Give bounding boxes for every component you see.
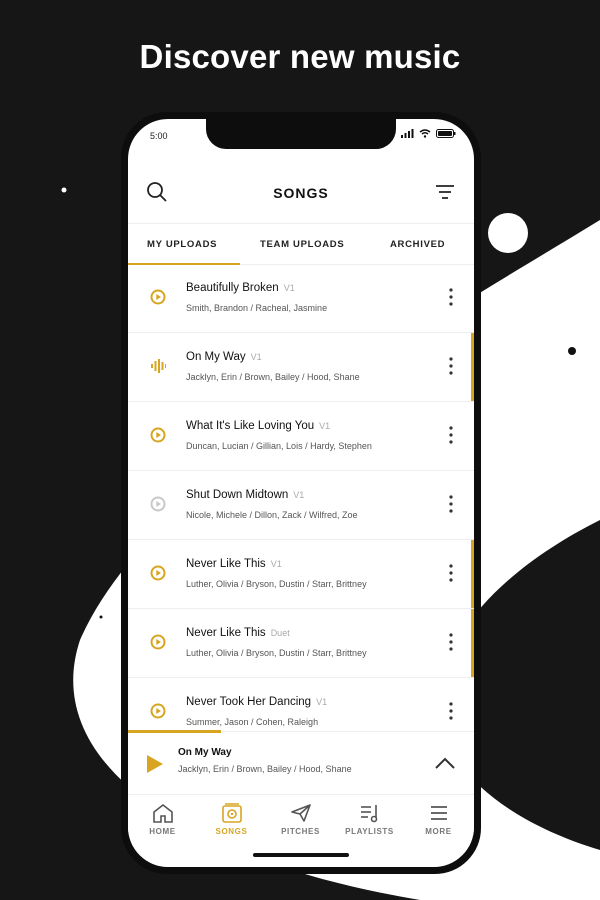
song-artists: Duncan, Lucian / Gillian, Lois / Hardy, … [186,441,372,451]
more-options-icon[interactable] [446,700,456,722]
song-artists: Smith, Brandon / Racheal, Jasmine [186,303,328,313]
song-version: V1 [270,559,282,569]
song-artists: Summer, Jason / Cohen, Raleigh [186,717,319,727]
wifi-icon [419,129,431,138]
row-accent-bar [471,333,474,401]
nav-label: PLAYLISTS [345,827,394,836]
song-version: V1 [250,352,262,362]
song-list: Beautifully Broken V1 Smith, Brandon / Ra… [128,264,474,729]
tab-my-uploads[interactable]: MY UPLOADS [147,239,217,250]
play-circle-icon[interactable] [150,703,166,719]
page-title: SONGS [273,185,329,201]
signal-icon [401,129,414,138]
song-row[interactable]: On My Way V1 Jacklyn, Erin / Brown, Baile… [128,333,474,402]
more-options-icon[interactable] [446,562,456,584]
battery-icon [436,129,456,138]
nav-playlists[interactable]: PLAYLISTS [335,803,404,836]
more-options-icon[interactable] [446,355,456,377]
song-version: V1 [316,697,328,707]
song-title: On My Way V1 [186,351,262,363]
headline: Discover new music [139,38,461,75]
menu-icon [430,806,447,820]
song-version: V1 [283,283,295,293]
song-row[interactable]: Never Like This V1 Luther, Olivia / Bryso… [128,540,474,609]
song-version: V1 [293,490,305,500]
play-circle-icon[interactable] [150,565,166,581]
play-circle-icon[interactable] [150,634,166,650]
playlist-icon [360,805,377,823]
nav-more[interactable]: MORE [404,803,473,836]
song-artists: Luther, Olivia / Bryson, Dustin / Starr,… [186,579,367,589]
song-row[interactable]: Never Took Her Dancing V1 Summer, Jason /… [128,678,474,729]
song-artists: Jacklyn, Erin / Brown, Bailey / Hood, Sh… [186,372,360,382]
nav-label: PITCHES [281,827,320,836]
songs-icon [221,803,242,823]
tab-team-uploads[interactable]: TEAM UPLOADS [260,239,344,250]
song-version: Duet [270,628,290,638]
song-row[interactable]: Beautifully Broken V1 Smith, Brandon / Ra… [128,264,474,333]
song-title: Never Like This Duet [186,627,290,639]
nav-pitches[interactable]: PITCHES [266,803,335,836]
tab-bar: MY UPLOADS TEAM UPLOADS ARCHIVED [128,223,474,265]
playback-progress-bar [128,730,222,733]
play-circle-icon[interactable] [150,289,166,305]
play-circle-icon[interactable] [150,427,166,443]
status-time: 5:00 [150,131,168,141]
more-options-icon[interactable] [446,424,456,446]
now-playing-artists: Jacklyn, Erin / Brown, Bailey / Hood, Sh… [178,764,352,774]
song-title: Shut Down Midtown V1 [186,489,305,501]
song-row[interactable]: Shut Down Midtown V1 Nicole, Michele / Di… [128,471,474,540]
more-options-icon[interactable] [446,493,456,515]
song-row[interactable]: Never Like This Duet Luther, Olivia / Bry… [128,609,474,678]
nav-songs[interactable]: SONGS [197,803,266,836]
nav-label: MORE [425,827,452,836]
song-title: Beautifully Broken V1 [186,282,295,294]
bottom-navigation: HOME SONGS PITCHES PLAYLISTS MORE [128,794,474,847]
tab-archived[interactable]: ARCHIVED [390,239,445,250]
now-playing-title: On My Way [178,747,232,758]
play-circle-icon[interactable] [150,496,166,512]
phone-frame: 5:00 SONGS MY UPLOADS TEAM UPLOADS ARCHI… [121,112,481,874]
paper-plane-icon [290,804,311,822]
more-options-icon[interactable] [446,286,456,308]
filter-icon[interactable] [432,179,458,205]
song-title: What It's Like Loving You V1 [186,420,331,432]
song-title: Never Like This V1 [186,558,282,570]
nav-label: HOME [149,827,176,836]
now-playing-bar[interactable]: On My Way Jacklyn, Erin / Brown, Bailey … [128,730,474,794]
equalizer-icon[interactable] [148,358,168,374]
nav-label: SONGS [215,827,248,836]
phone-notch [206,119,396,149]
row-accent-bar [471,609,474,677]
row-accent-bar [471,540,474,608]
song-artists: Luther, Olivia / Bryson, Dustin / Starr,… [186,648,367,658]
song-version: V1 [319,421,331,431]
home-indicator [253,853,349,857]
app-header: SONGS [128,167,474,217]
home-icon [152,803,173,823]
song-row[interactable]: What It's Like Loving You V1 Duncan, Luci… [128,402,474,471]
app-screen: 5:00 SONGS MY UPLOADS TEAM UPLOADS ARCHI… [128,119,474,867]
play-icon[interactable] [146,754,164,774]
chevron-up-icon[interactable] [434,754,456,772]
nav-home[interactable]: HOME [128,803,197,836]
more-options-icon[interactable] [446,631,456,653]
song-title: Never Took Her Dancing V1 [186,696,328,708]
song-artists: Nicole, Michele / Dillon, Zack / Wilfred… [186,510,358,520]
status-icons [401,129,456,138]
